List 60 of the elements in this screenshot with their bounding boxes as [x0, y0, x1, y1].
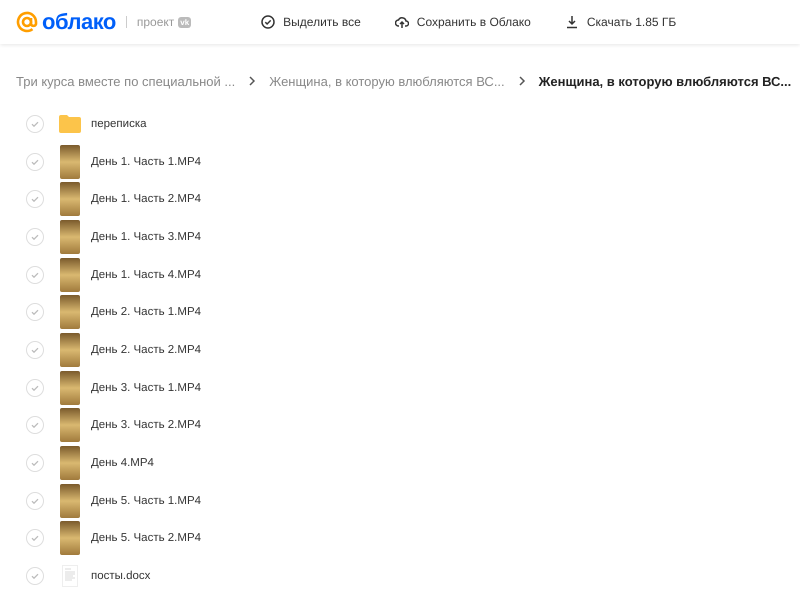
logo-subtitle: проект: [136, 15, 174, 29]
logo-text: облако: [42, 9, 116, 35]
cloud-upload-icon: [394, 15, 409, 29]
file-name[interactable]: посты.docx: [91, 570, 150, 582]
check-icon: [30, 194, 40, 204]
check-icon: [30, 571, 40, 582]
file-name[interactable]: День 5. Часть 2.MP4: [91, 532, 202, 544]
file-name[interactable]: День 4.MP4: [91, 457, 154, 470]
file-name[interactable]: День 1. Часть 2.MP4: [91, 193, 202, 206]
select-checkbox[interactable]: [26, 114, 44, 133]
toolbar-button[interactable]: Сохранить в Облако: [394, 15, 531, 29]
video-thumbnail: [60, 295, 80, 330]
select-checkbox[interactable]: [26, 303, 44, 322]
video-thumbnail: [60, 370, 80, 405]
file-name[interactable]: День 3. Часть 2.MP4: [91, 419, 202, 432]
chevron-icon: [247, 76, 258, 86]
video-thumbnail: [60, 484, 80, 518]
video-thumbnail: [60, 446, 80, 480]
select-checkbox[interactable]: [26, 266, 44, 284]
video-thumbnail: [60, 144, 80, 179]
select-checkbox[interactable]: [26, 529, 44, 548]
select-checkbox[interactable]: [26, 228, 44, 246]
select-checkbox[interactable]: [26, 152, 44, 171]
video-thumbnail: [60, 220, 80, 254]
file-name[interactable]: переписка: [91, 118, 146, 130]
document-icon: [62, 565, 78, 588]
at-sign-logo-icon: [16, 11, 38, 33]
download-icon: [564, 15, 579, 29]
select-checkbox[interactable]: [26, 190, 44, 208]
file-name[interactable]: День 1. Часть 4.MP4: [91, 268, 202, 281]
select-checkbox[interactable]: [26, 340, 44, 359]
check-icon: [30, 420, 40, 430]
vk-badge: vk: [178, 16, 192, 28]
breadcrumb-link[interactable]: Женщина, в которую влюбляются ВС...: [269, 74, 505, 88]
file-name[interactable]: День 1. Часть 3.MP4: [91, 230, 202, 243]
file-name[interactable]: День 2. Часть 2.MP4: [91, 344, 202, 356]
video-thumbnail: [60, 408, 80, 442]
check-icon: [30, 458, 40, 468]
toolbar-button[interactable]: Скачать 1.85 ГБ: [564, 15, 676, 29]
video-thumbnail: [60, 182, 80, 216]
video-thumbnail: [60, 521, 80, 556]
check-circle-icon: [261, 15, 276, 29]
check-icon: [30, 307, 40, 318]
select-checkbox[interactable]: [26, 567, 44, 586]
file-name[interactable]: День 2. Часть 1.MP4: [91, 306, 202, 318]
select-checkbox[interactable]: [26, 454, 44, 472]
select-checkbox[interactable]: [26, 492, 44, 510]
file-name[interactable]: День 3. Часть 1.MP4: [91, 382, 202, 394]
check-icon: [30, 533, 40, 544]
file-name[interactable]: День 5. Часть 1.MP4: [91, 494, 202, 507]
chevron-icon: [516, 76, 527, 86]
select-checkbox[interactable]: [26, 416, 44, 434]
video-thumbnail: [60, 332, 80, 367]
folder-icon: [59, 114, 81, 133]
file-name[interactable]: День 1. Часть 1.MP4: [91, 156, 202, 168]
toolbar-button[interactable]: Выделить все: [261, 15, 361, 29]
select-checkbox[interactable]: [26, 378, 44, 397]
video-thumbnail: [60, 258, 80, 292]
breadcrumb-link[interactable]: Женщина, в которую влюбляются ВС...: [538, 74, 792, 88]
breadcrumb-link[interactable]: Три курса вместе по специальной ...: [16, 74, 236, 88]
